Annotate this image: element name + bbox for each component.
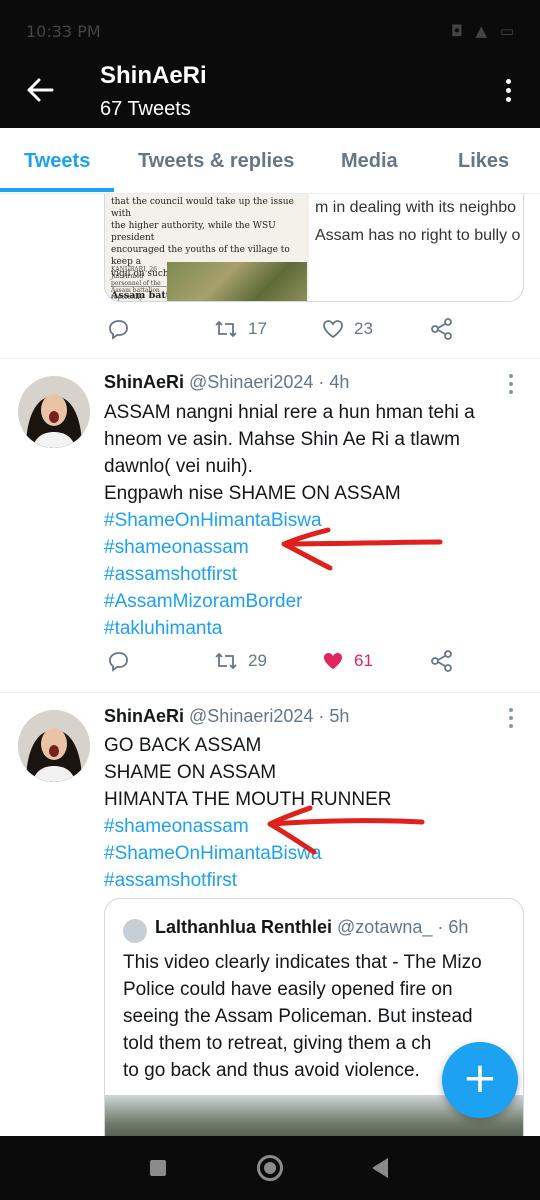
- quoted-author-handle[interactable]: @zotawna_: [337, 917, 432, 937]
- tab-tweets-and-replies[interactable]: Tweets & replies: [138, 150, 294, 173]
- tab-likes[interactable]: Likes: [458, 150, 509, 173]
- reply-icon: [109, 320, 128, 340]
- retweet-count: 17: [248, 319, 267, 338]
- hashtag-link[interactable]: #AssamMizoramBorder: [104, 588, 514, 615]
- more-options-icon[interactable]: [504, 76, 512, 106]
- share-icon: [431, 650, 452, 672]
- system-nav-bar: [0, 1136, 540, 1200]
- quoted-line: This video clearly indicates that - The …: [123, 952, 482, 973]
- tweet-time: · 4h: [318, 372, 350, 392]
- share-button[interactable]: [430, 318, 454, 340]
- news-photo: [167, 262, 307, 301]
- quoted-author-name[interactable]: Lalthanhlua Renthlei: [155, 917, 332, 937]
- tab-media[interactable]: Media: [341, 150, 398, 173]
- share-icon: [431, 318, 452, 340]
- red-arrow-annotation: [267, 805, 425, 855]
- news-snippet: m in dealing with its neighbo Assam has …: [315, 194, 523, 250]
- status-icons: ◘ ▲ ▭: [450, 22, 518, 40]
- home-icon[interactable]: [257, 1155, 283, 1181]
- tweet[interactable]: ShinAeRi @Shinaeri2024 · 4h ASSAM nangni…: [0, 358, 540, 692]
- newspaper-image: that the council would take up the issue…: [105, 194, 309, 301]
- retweet-button[interactable]: 17: [214, 318, 267, 340]
- reply-icon: [109, 652, 128, 672]
- retweet-icon: [215, 320, 237, 338]
- recents-icon[interactable]: [150, 1160, 166, 1176]
- like-button[interactable]: 61: [322, 650, 373, 672]
- tweet-line: Engpawh nise SHAME ON ASSAM: [104, 483, 401, 504]
- like-count: 61: [354, 651, 373, 670]
- author-handle[interactable]: @Shinaeri2024: [189, 372, 313, 392]
- tweet-actions: 29 61: [104, 650, 464, 680]
- tweet-line: GO BACK ASSAM: [104, 735, 262, 756]
- heart-icon: [323, 320, 343, 339]
- news-line: that the council would take up the issue…: [111, 197, 294, 219]
- tweet-count: 67 Tweets: [100, 98, 191, 120]
- back-arrow-icon[interactable]: [22, 72, 58, 108]
- reply-button[interactable]: [108, 318, 130, 340]
- tweet-header: ShinAeRi @Shinaeri2024 · 5h: [104, 706, 349, 727]
- profile-name: ShinAeRi: [100, 62, 207, 89]
- author-handle[interactable]: @Shinaeri2024: [189, 706, 313, 726]
- quoted-avatar[interactable]: [123, 919, 147, 943]
- profile-tabs: Tweets Tweets & replies Media Likes: [0, 128, 540, 194]
- reply-button[interactable]: [108, 650, 130, 672]
- tweet-header: ShinAeRi @Shinaeri2024 · 4h: [104, 372, 349, 393]
- like-count: 23: [354, 319, 373, 338]
- quoted-line: seeing the Assam Policeman. But instead: [123, 1006, 473, 1027]
- like-button[interactable]: 23: [322, 318, 373, 340]
- avatar[interactable]: [18, 710, 90, 782]
- news-small-text: KANUBARI, 26 Jul: Armed personnel of the…: [111, 266, 161, 301]
- retweet-icon: [215, 652, 237, 670]
- news-line: the higher authority, while the WSU pres…: [111, 221, 276, 243]
- snippet-line: Assam has no right to bully o: [315, 227, 521, 244]
- author-name[interactable]: ShinAeRi: [104, 372, 184, 392]
- tweet-feed[interactable]: that the council would take up the issue…: [0, 194, 540, 1136]
- back-triangle-icon[interactable]: [372, 1158, 388, 1178]
- tweet-line: SHAME ON ASSAM: [104, 762, 277, 783]
- retweet-count: 29: [248, 651, 267, 670]
- share-button[interactable]: [430, 650, 454, 672]
- hashtag-link[interactable]: #takluhimanta: [104, 615, 514, 642]
- red-arrow-annotation: [281, 527, 443, 571]
- retweet-button[interactable]: 29: [214, 650, 267, 672]
- active-tab-indicator: [0, 188, 114, 192]
- tweet-text: ASSAM nangni hnial rere a hun hman tehi …: [104, 399, 514, 642]
- hashtag-link[interactable]: #assamshotfirst: [104, 867, 514, 894]
- status-bar: 10:33 PM ◘ ▲ ▭: [0, 0, 540, 62]
- avatar[interactable]: [18, 376, 90, 448]
- tweet-more-icon[interactable]: [508, 708, 514, 730]
- tweet-line: dawnlo( vei nuih).: [104, 456, 253, 477]
- snippet-line: m in dealing with its neighbo: [315, 199, 517, 216]
- author-name[interactable]: ShinAeRi: [104, 706, 184, 726]
- status-time: 10:33 PM: [26, 22, 101, 41]
- compose-tweet-button[interactable]: +: [442, 1042, 518, 1118]
- tweet-line: ASSAM nangni hnial rere a hun hman tehi …: [104, 402, 475, 423]
- tab-tweets[interactable]: Tweets: [24, 150, 90, 173]
- heart-filled-icon: [324, 653, 342, 669]
- quoted-time: · 6h: [437, 917, 469, 937]
- profile-header: ShinAeRi 67 Tweets: [0, 62, 540, 128]
- tweet-more-icon[interactable]: [508, 374, 514, 396]
- tweet-actions: 17 23: [104, 318, 464, 348]
- quoted-line: Police could have easily opened fire on: [123, 979, 453, 1000]
- quoted-header: Lalthanhlua Renthlei @zotawna_ · 6h: [155, 917, 468, 938]
- tweet-time: · 5h: [318, 706, 350, 726]
- tweet-media-card[interactable]: that the council would take up the issue…: [104, 194, 524, 302]
- tweet-line: hneom ve asin. Mahse Shin Ae Ri a tlawm: [104, 429, 460, 450]
